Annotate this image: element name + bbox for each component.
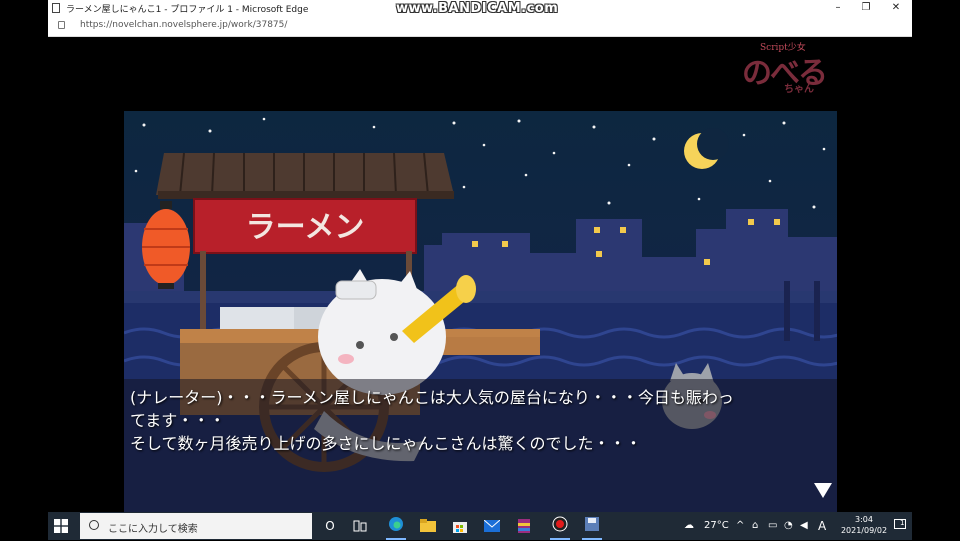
taskbar-search-box[interactable]: ここに入力して検索 bbox=[80, 513, 312, 539]
taskbar-clock[interactable]: 3:04 2021/09/02 bbox=[836, 514, 892, 536]
wifi-icon[interactable]: ◔ bbox=[784, 512, 793, 540]
edge-taskbar-icon[interactable] bbox=[386, 514, 406, 540]
file-explorer-icon[interactable] bbox=[418, 516, 438, 536]
chevron-up-icon[interactable]: ^ bbox=[736, 512, 744, 540]
network-icon[interactable]: ▭ bbox=[768, 512, 777, 540]
dialogue-line-3: そして数ヶ月後売り上げの多さにしにゃんこさんは驚くのでした・・・ bbox=[130, 434, 642, 453]
novelchan-logo: Script少女 のべる ちゃん bbox=[740, 40, 832, 98]
windows-taskbar: ここに入力して検索 O ☁ 27°C ^ ⌂ ▭ ◔ ◀ A 3:04 2021… bbox=[48, 512, 912, 540]
weather-icon[interactable]: ☁ bbox=[684, 512, 694, 540]
ime-indicator[interactable]: A bbox=[818, 512, 826, 540]
bandicam-watermark: www.BANDICAM.com bbox=[396, 1, 559, 16]
search-placeholder: ここに入力して検索 bbox=[108, 524, 198, 535]
meet-now-icon[interactable]: ⌂ bbox=[752, 512, 758, 540]
winrar-icon[interactable] bbox=[514, 516, 534, 536]
clock-time: 3:04 bbox=[855, 515, 873, 524]
restore-button[interactable]: ❐ bbox=[852, 0, 880, 16]
store-icon[interactable] bbox=[450, 516, 470, 536]
task-view-icon[interactable] bbox=[350, 516, 370, 536]
logo-sub-text: ちゃん bbox=[784, 84, 814, 95]
notification-count: 1 bbox=[900, 519, 905, 527]
cortana-icon[interactable]: O bbox=[320, 516, 340, 536]
search-icon bbox=[89, 520, 99, 530]
volume-icon[interactable]: ◀ bbox=[800, 512, 808, 540]
close-button[interactable]: ✕ bbox=[882, 0, 910, 16]
windows-start-icon[interactable] bbox=[54, 519, 68, 533]
minimize-button[interactable]: – bbox=[824, 0, 852, 16]
save-app-icon[interactable] bbox=[582, 514, 602, 540]
dialogue-box[interactable]: (ナレーター)・・・ラーメン屋しにゃんこは大人気の屋台になり・・・今日も賑わっ … bbox=[124, 379, 837, 513]
lock-icon[interactable] bbox=[58, 21, 65, 29]
dialogue-line-2: てます・・・ bbox=[130, 411, 226, 430]
bandicam-record-icon[interactable] bbox=[550, 514, 570, 540]
dialogue-line-1: (ナレーター)・・・ラーメン屋しにゃんこは大人気の屋台になり・・・今日も賑わっ bbox=[130, 388, 734, 407]
page-icon bbox=[52, 3, 60, 13]
mail-icon[interactable] bbox=[482, 516, 502, 536]
game-screen[interactable]: ラーメン (ナレーター)・・・ラーメン屋しにゃんこは大人気の屋台になり・・・今日… bbox=[124, 111, 837, 513]
stall-sign-text: ラーメン bbox=[246, 210, 365, 245]
address-bar[interactable]: https://novelchan.novelsphere.jp/work/37… bbox=[48, 16, 912, 37]
advance-arrow-icon[interactable] bbox=[814, 483, 832, 498]
weather-temperature[interactable]: 27°C bbox=[704, 512, 729, 540]
browser-title-bar: ラーメン屋しにゃんこ1 - プロファイル 1 - Microsoft Edge … bbox=[48, 0, 912, 16]
window-title: ラーメン屋しにゃんこ1 - プロファイル 1 - Microsoft Edge bbox=[66, 5, 309, 15]
clock-date: 2021/09/02 bbox=[840, 526, 888, 535]
url-text[interactable]: https://novelchan.novelsphere.jp/work/37… bbox=[80, 20, 287, 30]
